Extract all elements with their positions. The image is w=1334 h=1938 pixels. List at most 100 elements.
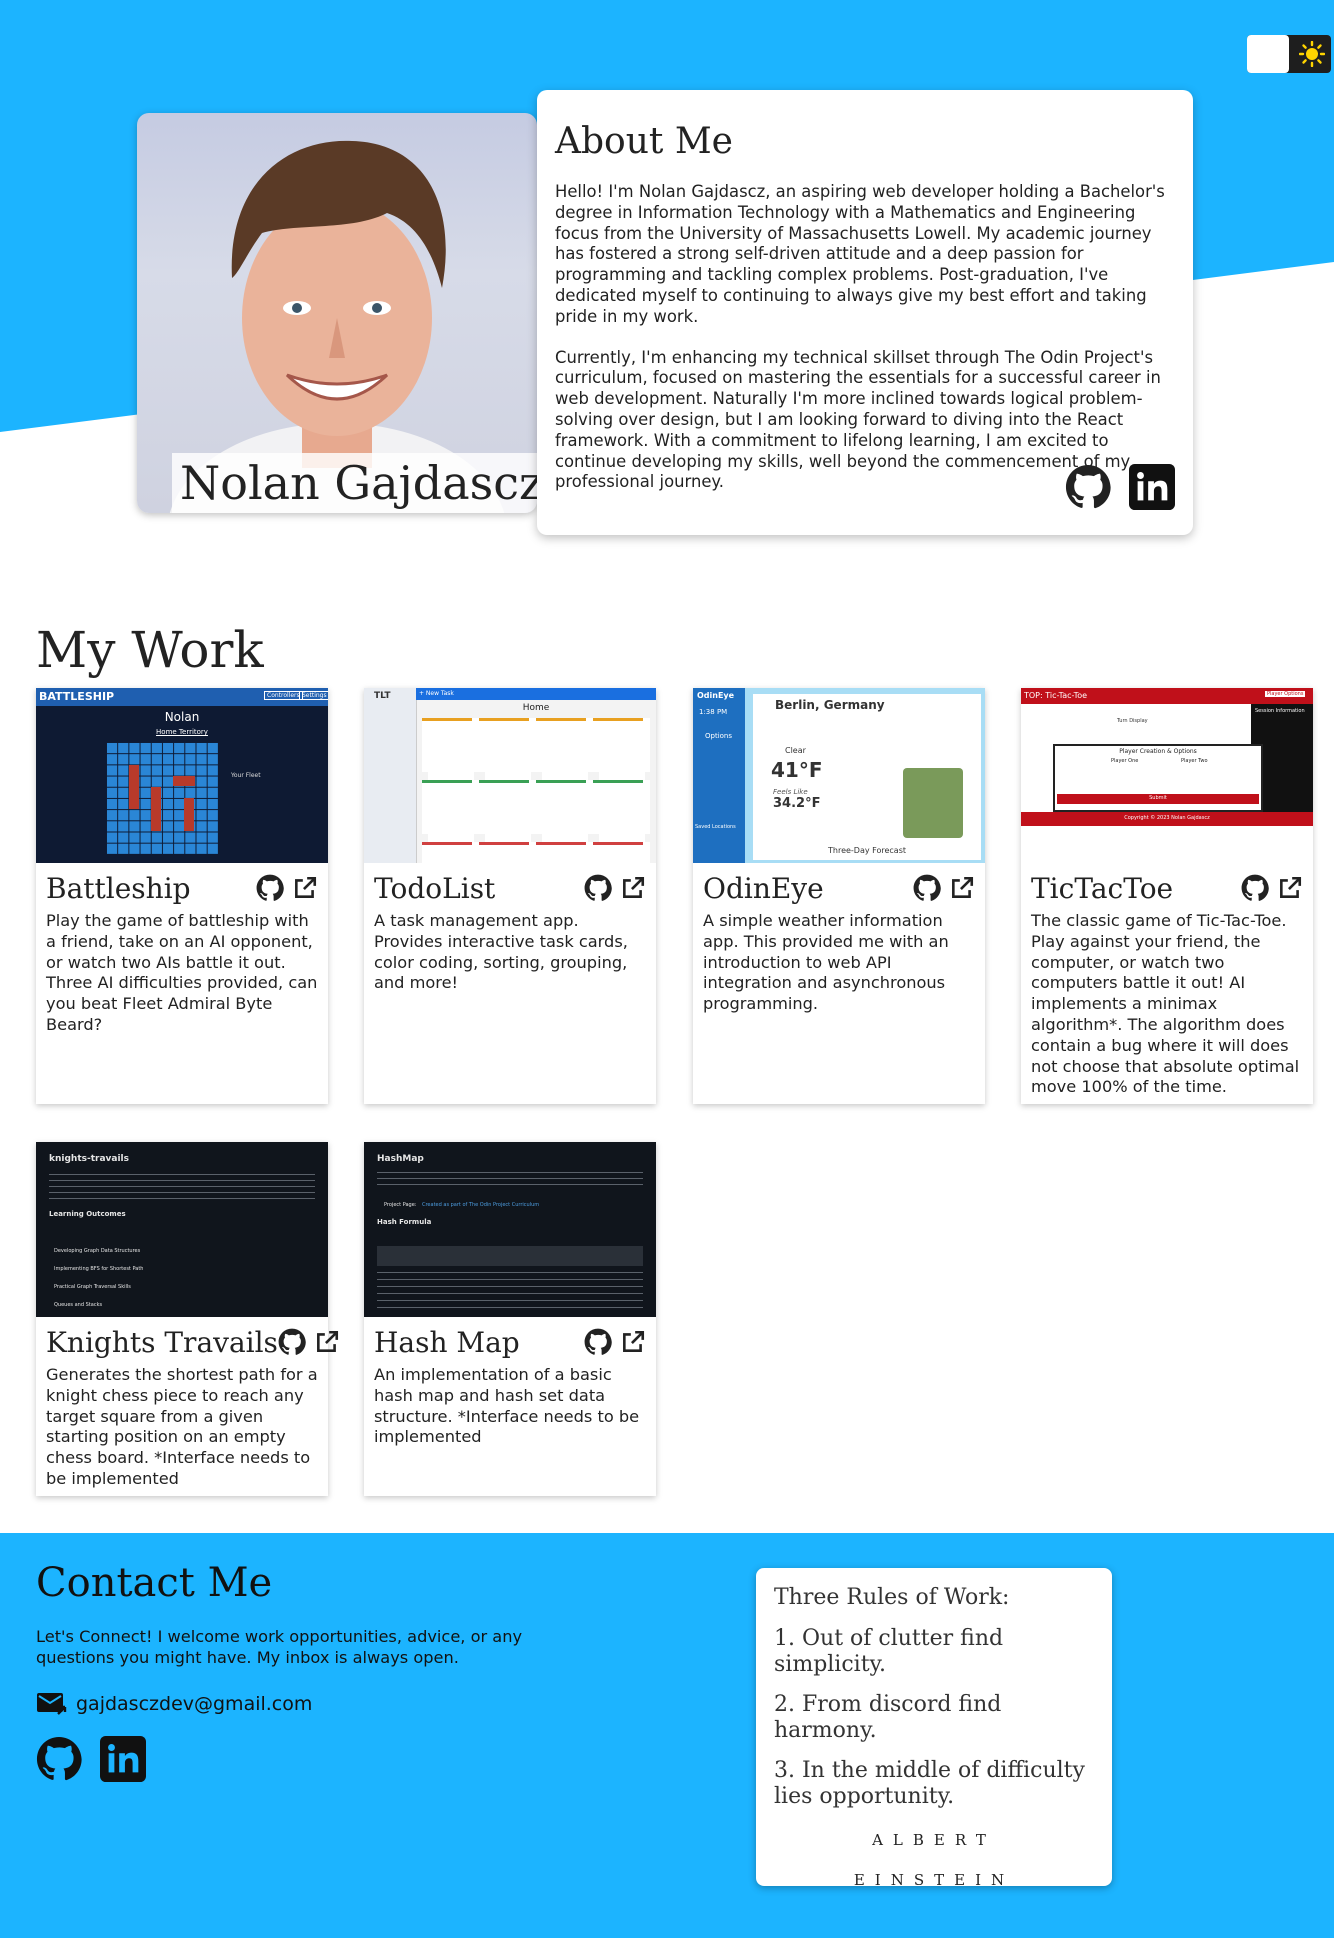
thumb-dialog: Player Creation & Options xyxy=(1119,748,1197,755)
thumb-sub: Learning Outcomes xyxy=(49,1210,126,1218)
contact-text: Let's Connect! I welcome work opportunit… xyxy=(36,1627,523,1667)
thumb-new-task: + New Task xyxy=(419,690,454,697)
project-name: TodoList xyxy=(374,871,496,905)
project-thumbnail[interactable]: OdinEye 1:38 PM Options Saved Locations … xyxy=(693,688,985,863)
quote-rule: 3. In the middle of difficulty lies oppo… xyxy=(774,1758,1085,1809)
quote-rule: 2. From discord find harmony. xyxy=(774,1692,1002,1743)
contact-social-links xyxy=(36,1736,146,1782)
thumb-player: Nolan xyxy=(164,710,200,724)
thumb-condition: Clear xyxy=(785,746,806,755)
quote-author-last: EINSTEIN xyxy=(853,1871,1015,1889)
thumb-options: Player Options xyxy=(1265,691,1306,697)
github-icon[interactable] xyxy=(256,874,284,902)
about-social-links xyxy=(1065,464,1175,510)
thumb-session: Session Information xyxy=(1255,708,1305,714)
github-icon[interactable] xyxy=(278,1328,306,1356)
thumb-heading: HashMap xyxy=(377,1154,424,1164)
thumb-options: Options xyxy=(705,732,733,740)
project-thumbnail[interactable]: TLT + New Task Home xyxy=(364,688,656,863)
thumb-button: Controllers xyxy=(264,691,303,700)
thumb-link: Created as part of The Odin Project Curr… xyxy=(422,1202,540,1208)
project-thumbnail[interactable]: HashMap Project Page: Created as part of… xyxy=(364,1142,656,1317)
project-name: Battleship xyxy=(46,871,191,905)
mail-icon xyxy=(37,1693,67,1715)
thumb-bullet: Developing Graph Data Structures xyxy=(54,1248,141,1254)
thumb-title: TOP: Tic-Tac-Toe xyxy=(1024,691,1088,700)
project-card-odineye: OdinEye 1:38 PM Options Saved Locations … xyxy=(693,688,985,1104)
thumb-heading: Home xyxy=(522,703,550,713)
project-description: A task management app. Provides interact… xyxy=(374,911,628,993)
thumb-submit: Submit xyxy=(1149,795,1167,801)
external-link-icon[interactable] xyxy=(620,1329,646,1355)
project-thumbnail[interactable]: knights-travails Learning Outcomes Devel… xyxy=(36,1142,328,1317)
github-icon[interactable] xyxy=(1241,874,1269,902)
quote-rule: 1. Out of clutter find simplicity. xyxy=(774,1626,1004,1677)
profile-photo-card: Nolan Gajdascz xyxy=(137,113,537,513)
thumb-link-label: Project Page: xyxy=(384,1202,417,1208)
quote-card: Three Rules of Work: 1. Out of clutter f… xyxy=(756,1568,1112,1889)
project-name: OdinEye xyxy=(703,871,824,905)
thumb-panel: Your Fleet xyxy=(231,772,261,779)
external-link-icon[interactable] xyxy=(620,875,646,901)
quote-heading: Three Rules of Work: xyxy=(774,1585,1010,1610)
thumb-temp: 41°F xyxy=(771,758,823,782)
work-section-title: My Work xyxy=(36,621,264,679)
project-card-hash-map: HashMap Project Page: Created as part of… xyxy=(364,1142,656,1496)
about-title: About Me xyxy=(555,121,733,162)
thumb-button: Settings xyxy=(299,691,328,700)
thumb-bullet: Practical Graph Traversal Skills xyxy=(54,1284,131,1290)
external-link-icon[interactable] xyxy=(949,875,975,901)
thumb-footer: Copyright © 2023 Nolan Gajdascz xyxy=(1124,815,1210,821)
theme-toggle[interactable] xyxy=(1247,35,1331,73)
thumb-forecast: Three-Day Forecast xyxy=(828,846,906,855)
thumb-feels: 34.2°F xyxy=(773,796,821,811)
thumb-p2: Player Two xyxy=(1181,758,1208,764)
linkedin-icon[interactable] xyxy=(1129,464,1175,510)
project-thumbnail[interactable]: BATTLESHIP Controllers Settings Nolan Ho… xyxy=(36,688,328,863)
project-name: TicTacToe xyxy=(1031,871,1174,905)
project-name: Knights Travails xyxy=(46,1325,278,1359)
email-link[interactable]: gajdasczdev@gmail.com xyxy=(36,1690,312,1718)
thumb-feels-label: Feels Like xyxy=(773,788,808,796)
external-link-icon[interactable] xyxy=(292,875,318,901)
thumb-p1: Player One xyxy=(1111,758,1139,764)
thumb-time: 1:38 PM xyxy=(699,708,728,716)
thumb-app: OdinEye xyxy=(697,691,735,700)
profile-name: Nolan Gajdascz xyxy=(172,453,537,513)
thumb-saved: Saved Locations xyxy=(695,824,736,830)
github-icon[interactable] xyxy=(1065,464,1111,510)
thumb-heading: knights-travails xyxy=(49,1154,130,1164)
project-card-battleship: BATTLESHIP Controllers Settings Nolan Ho… xyxy=(36,688,328,1104)
github-icon[interactable] xyxy=(584,1328,612,1356)
about-card: About Me Hello! I'm Nolan Gajdascz, an a… xyxy=(537,90,1193,535)
thumb-title: BATTLESHIP xyxy=(39,690,115,703)
github-icon[interactable] xyxy=(36,1736,82,1782)
thumb-logo: TLT xyxy=(374,691,391,701)
email-address: gajdasczdev@gmail.com xyxy=(76,1693,313,1715)
quote-author-first: ALBERT xyxy=(872,1831,996,1849)
external-link-icon[interactable] xyxy=(314,1329,340,1355)
project-description: A simple weather information app. This p… xyxy=(703,911,949,1014)
toggle-knob xyxy=(1247,35,1289,73)
thumb-bullet: Implementing BFS for Shortest Path xyxy=(54,1266,144,1272)
linkedin-icon[interactable] xyxy=(100,1736,146,1782)
github-icon[interactable] xyxy=(913,874,941,902)
thumb-sub: Hash Formula xyxy=(377,1218,432,1226)
github-icon[interactable] xyxy=(584,874,612,902)
thumb-bullet: Queues and Stacks xyxy=(54,1302,103,1308)
project-description: An implementation of a basic hash map an… xyxy=(374,1365,640,1447)
thumb-turn: Turn Display xyxy=(1117,718,1148,724)
project-description: The classic game of Tic-Tac-Toe. Play ag… xyxy=(1031,911,1300,1097)
project-card-todolist: TLT + New Task Home TodoList A task mana… xyxy=(364,688,656,1104)
project-description: Play the game of battleship with a frien… xyxy=(46,911,318,1034)
project-card-knights-travails: knights-travails Learning Outcomes Devel… xyxy=(36,1142,338,1496)
thumb-task-grid xyxy=(422,718,650,863)
contact-title: Contact Me xyxy=(36,1560,273,1606)
project-thumbnail[interactable]: TOP: Tic-Tac-Toe Player Options Session … xyxy=(1021,688,1313,863)
project-card-tictactoe: TOP: Tic-Tac-Toe Player Options Session … xyxy=(1021,688,1313,1104)
thumb-city: Berlin, Germany xyxy=(775,698,885,712)
thumb-board xyxy=(106,742,218,854)
thumb-territory: Home Territory xyxy=(156,728,208,736)
external-link-icon[interactable] xyxy=(1277,875,1303,901)
project-name: Hash Map xyxy=(374,1325,520,1359)
